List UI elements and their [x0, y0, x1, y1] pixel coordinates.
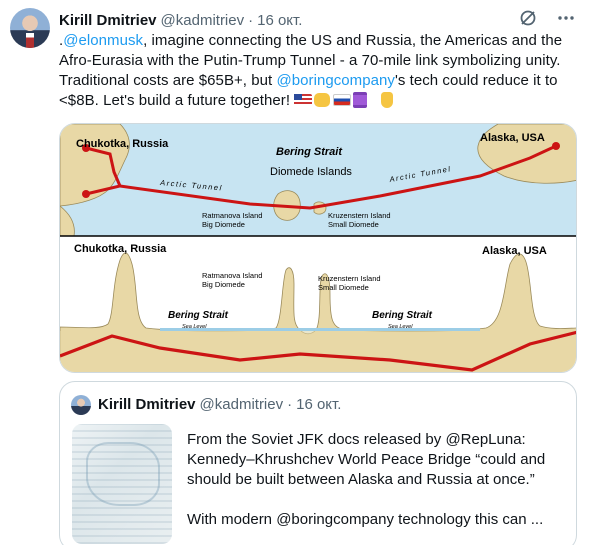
quoted-timestamp: 16 окт.: [296, 396, 342, 413]
map-label-island1-top: Ratmanova Island: [202, 211, 262, 220]
map-label-island1-bottom: Ratmanova Island: [202, 271, 262, 280]
mention-boringcompany[interactable]: @boringcompany: [276, 72, 395, 89]
more-icon[interactable]: [556, 8, 576, 28]
point-down-icon: [381, 92, 394, 108]
map-label-islands: Diomede Islands: [270, 166, 352, 178]
author-avatar[interactable]: [10, 8, 50, 48]
quoted-paragraph-1: From the Soviet JFK docs released by @Re…: [187, 431, 546, 488]
map-label-island2-alt-bottom: Small Diomede: [318, 283, 369, 292]
us-flag-icon: [294, 94, 313, 106]
map-label-chukotka-bottom: Chukotka, Russia: [74, 243, 167, 255]
tweet-text: .@elonmusk, imagine connecting the US an…: [59, 31, 577, 111]
section-seabed: [60, 331, 576, 372]
author-handle[interactable]: @kadmitriev: [161, 12, 245, 29]
map-label-sea-level-left: Sea Level: [182, 324, 207, 330]
thread-spool-icon: [353, 92, 368, 108]
tweet-timestamp[interactable]: 16 окт.: [257, 12, 302, 29]
quoted-author-name: Kirill Dmitriev: [98, 396, 196, 413]
map-label-sea-level-right: Sea Level: [388, 324, 413, 330]
quoted-author-avatar: [71, 395, 91, 415]
map-label-island2-bottom: Kruzenstern Island: [318, 274, 381, 283]
tweet: Kirill Dmitriev @kadmitriev · 16 окт. .@…: [0, 0, 590, 545]
map-label-island1-alt-bottom: Big Diomede: [202, 280, 245, 289]
quoted-tweet-text: From the Soviet JFK docs released by @Re…: [187, 430, 567, 545]
map-label-strait-bottom-right: Bering Strait: [372, 310, 433, 321]
tunnel-endpoint-alaska: [552, 142, 560, 150]
header-actions: [518, 8, 576, 28]
section-sea-surface: [160, 328, 480, 331]
map-label-chukotka-top: Chukotka, Russia: [76, 138, 169, 150]
tunnel-endpoint-bottom: [82, 190, 90, 198]
quoted-tweet[interactable]: Kirill Dmitriev @kadmitriev · 16 окт. Fr…: [59, 381, 577, 545]
tweet-header: Kirill Dmitriev @kadmitriev · 16 окт.: [59, 10, 302, 30]
quoted-tweet-header: Kirill Dmitriev @kadmitriev · 16 окт.: [98, 396, 341, 413]
author-name[interactable]: Kirill Dmitriev: [59, 12, 157, 29]
mention-elonmusk[interactable]: @elonmusk: [63, 32, 143, 49]
map-label-alaska-top: Alaska, USA: [480, 132, 545, 144]
quoted-paragraph-2: With modern @boringcompany technology th…: [187, 511, 544, 528]
handshake-icon: [314, 93, 331, 107]
map-label-strait-bottom-left: Bering Strait: [168, 310, 229, 321]
quoted-author-handle: @kadmitriev: [199, 396, 284, 413]
map-label-island2-top: Kruzenstern Island: [328, 211, 391, 220]
quoted-thumbnail-image: [72, 424, 172, 544]
tweet-media-image[interactable]: Chukotka, Russia Alaska, USA Bering Stra…: [59, 123, 577, 373]
map-label-island2-alt-top: Small Diomede: [328, 220, 379, 229]
map-label-strait-top: Bering Strait: [276, 146, 343, 158]
map-label-alaska-bottom: Alaska, USA: [482, 245, 547, 257]
quoted-separator-dot: ·: [287, 396, 293, 413]
map-label-island1-alt-top: Big Diomede: [202, 220, 245, 229]
russia-flag-icon: [333, 94, 352, 106]
grok-icon[interactable]: [518, 8, 538, 28]
separator-dot: ·: [248, 11, 254, 29]
